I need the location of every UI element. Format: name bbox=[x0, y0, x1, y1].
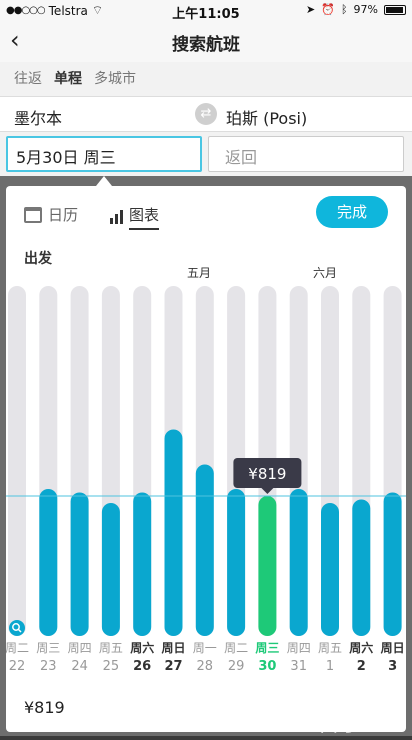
date-label-2: 2 bbox=[357, 659, 366, 674]
zoom-icon bbox=[9, 620, 25, 636]
price-bar-26[interactable] bbox=[133, 492, 152, 637]
price-bar-1[interactable] bbox=[321, 503, 339, 636]
bluetooth-icon: ᛒ bbox=[340, 3, 348, 16]
route-row: 墨尔本 ⇄ 珀斯 (Posi) bbox=[0, 96, 412, 132]
weekday-label-30: 周三 bbox=[255, 641, 279, 655]
price-bar-23[interactable] bbox=[39, 489, 58, 636]
battery-percent: 97% bbox=[353, 3, 378, 16]
price-bar-30[interactable] bbox=[258, 496, 277, 636]
weekday-label-27: 周日 bbox=[161, 641, 185, 655]
weekday-label-23: 周三 bbox=[36, 641, 60, 655]
return-date-field[interactable]: 返回 bbox=[208, 136, 404, 172]
price-bar-2[interactable] bbox=[352, 499, 371, 637]
tab-one-way[interactable]: 单程 bbox=[54, 68, 82, 88]
weekday-label-1: 周五 bbox=[318, 641, 342, 655]
weekday-label-2: 周六 bbox=[349, 640, 373, 655]
battery-icon bbox=[384, 4, 406, 15]
date-label-23: 23 bbox=[40, 659, 57, 674]
date-label-1: 1 bbox=[326, 659, 334, 674]
swap-icon[interactable]: ⇄ bbox=[195, 103, 217, 125]
tab-round-trip[interactable]: 往返 bbox=[14, 68, 42, 88]
weekday-label-25: 周五 bbox=[99, 641, 123, 655]
weekday-label-3: 周日 bbox=[381, 641, 405, 655]
date-label-22: 22 bbox=[9, 659, 26, 674]
trip-type-tabs: 往返 单程 多城市 bbox=[14, 68, 136, 88]
date-label-26: 26 bbox=[133, 659, 151, 674]
location-icon: ➤ bbox=[306, 3, 316, 16]
price-bar-29[interactable] bbox=[227, 489, 246, 636]
price-bar-31[interactable] bbox=[289, 489, 308, 636]
date-picker-popup: 日历 图表 完成 出发 五月 六月 周二 22 周三 23 周四 24 周五 25 周六 26 周日… bbox=[6, 186, 406, 732]
origin-city-field[interactable]: 墨尔本 bbox=[14, 105, 62, 129]
nav-bar: ‹ 搜索航班 bbox=[0, 20, 412, 62]
selected-price: ¥819 bbox=[24, 698, 65, 717]
price-bar-chart: 周二22周三23周四24周五25周六26周日27周一28周二29周三30周四31… bbox=[6, 286, 406, 674]
date-label-24: 24 bbox=[71, 659, 88, 674]
alarm-icon: ⏰ bbox=[321, 3, 335, 16]
date-label-31: 31 bbox=[290, 659, 307, 674]
watermark-logo: 留学360 bbox=[318, 712, 404, 737]
tab-multi-city[interactable]: 多城市 bbox=[94, 68, 136, 88]
date-label-27: 27 bbox=[164, 659, 182, 674]
status-right: ➤ ⏰ ᛒ 97% bbox=[306, 3, 406, 16]
date-label-3: 3 bbox=[388, 659, 397, 674]
weekday-label-24: 周四 bbox=[68, 641, 92, 655]
page-title: 搜索航班 bbox=[172, 35, 240, 55]
date-label-25: 25 bbox=[103, 659, 120, 674]
destination-city-field[interactable]: 珀斯 (Posi) bbox=[226, 105, 307, 129]
price-bar-28[interactable] bbox=[195, 464, 214, 637]
day-track-22[interactable] bbox=[8, 286, 26, 636]
date-label-28: 28 bbox=[197, 659, 214, 674]
price-bar-25[interactable] bbox=[101, 503, 120, 636]
weekday-label-26: 周六 bbox=[130, 640, 154, 655]
status-bar: ●●○○○ Telstra ⌔ 上午11:05 ➤ ⏰ ᛒ 97% bbox=[0, 0, 412, 22]
popup-pointer bbox=[96, 176, 112, 186]
price-bar-24[interactable] bbox=[70, 492, 89, 637]
depart-date-field[interactable]: 5月30日 周三 bbox=[6, 136, 202, 172]
weekday-label-31: 周四 bbox=[287, 641, 311, 655]
weekday-label-29: 周二 bbox=[224, 641, 248, 655]
price-bar-3[interactable] bbox=[383, 492, 402, 637]
weekday-label-22: 周二 bbox=[6, 641, 29, 655]
date-label-30: 30 bbox=[258, 659, 276, 674]
date-label-29: 29 bbox=[228, 659, 245, 674]
price-tooltip-label: ¥819 bbox=[248, 465, 286, 483]
price-bar-27[interactable] bbox=[164, 429, 183, 637]
weekday-label-28: 周一 bbox=[193, 641, 217, 655]
